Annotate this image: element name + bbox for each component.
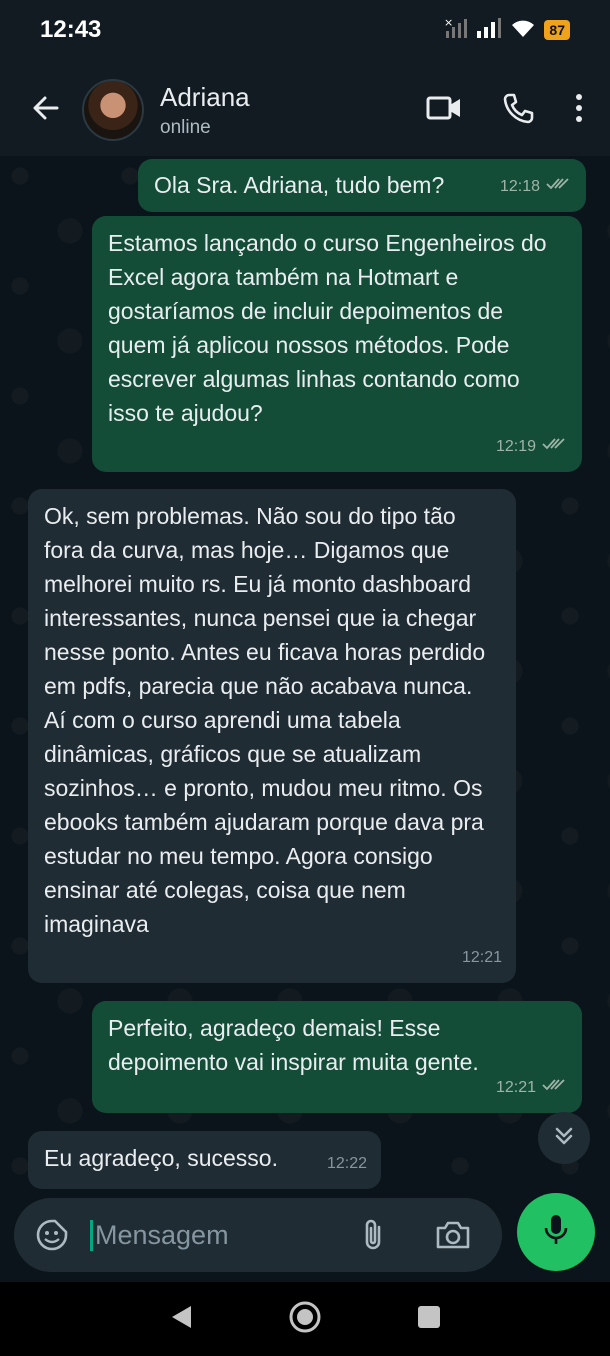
recents-square-icon[interactable] <box>417 1305 441 1334</box>
message-bubble[interactable]: Estamos lançando o curso Engenheiros do … <box>92 216 582 472</box>
message-bubble[interactable]: Perfeito, agradeço demais! Esse depoimen… <box>92 1001 582 1113</box>
home-circle-icon[interactable] <box>288 1300 322 1339</box>
message-text: Estamos lançando o curso Engenheiros do … <box>108 230 547 426</box>
double-check-icon <box>542 1071 568 1105</box>
message-meta: 12:21 <box>496 1071 568 1105</box>
message-meta: 12:18 <box>500 170 572 204</box>
message-bubble[interactable]: Eu agradeço, sucesso. 12:22 <box>28 1131 381 1189</box>
battery-icon: 87 <box>544 20 570 40</box>
message-time: 12:21 <box>495 1079 536 1096</box>
message-time: 12:21 <box>461 949 502 966</box>
mic-button[interactable] <box>517 1193 595 1271</box>
system-nav-bar <box>0 1282 610 1356</box>
status-icons: × 87 <box>444 16 570 44</box>
message-time: 12:19 <box>495 438 536 455</box>
wifi-icon <box>510 17 536 44</box>
chat-header: Adriana online <box>0 60 610 160</box>
message-text: Perfeito, agradeço demais! Esse depoimen… <box>108 1015 479 1075</box>
sticker-icon[interactable] <box>34 1217 70 1253</box>
message-time: 12:18 <box>499 178 540 195</box>
back-button[interactable] <box>16 93 76 128</box>
header-actions <box>426 92 584 129</box>
message-text: Eu agradeço, sucesso. <box>44 1145 278 1171</box>
avatar[interactable] <box>82 79 144 141</box>
signal-icon <box>476 17 502 44</box>
no-signal-icon: × <box>444 16 468 44</box>
message-meta: 12:22 <box>327 1147 367 1181</box>
double-check-icon <box>546 170 572 204</box>
back-arrow-icon <box>31 93 61 128</box>
back-triangle-icon[interactable] <box>169 1304 193 1335</box>
svg-text:×: × <box>444 17 453 29</box>
battery-level: 87 <box>549 22 565 38</box>
more-vert-icon[interactable] <box>574 93 584 128</box>
message-time: 12:22 <box>326 1155 367 1172</box>
message-bubble[interactable]: Ola Sra. Adriana, tudo bem? 12:18 <box>138 159 586 212</box>
video-call-icon[interactable] <box>426 94 462 127</box>
message-composer <box>14 1198 502 1272</box>
message-input[interactable] <box>90 1219 340 1251</box>
message-meta: 12:21 <box>462 941 502 975</box>
message-bubble[interactable]: Ok, sem problemas. Não sou do tipo tão f… <box>28 489 516 983</box>
contact-name: Adriana <box>160 81 250 112</box>
double-check-icon <box>542 430 568 464</box>
status-bar: 12:43 × 87 <box>0 0 610 60</box>
phone-icon[interactable] <box>502 92 534 129</box>
camera-icon[interactable] <box>434 1217 472 1253</box>
paperclip-icon[interactable] <box>356 1217 390 1253</box>
double-chevron-down-icon <box>553 1125 575 1152</box>
contact-info[interactable]: Adriana online <box>160 82 426 139</box>
mic-icon <box>542 1213 570 1252</box>
contact-status: online <box>160 116 211 138</box>
message-text: Ola Sra. Adriana, tudo bem? <box>154 172 445 198</box>
message-text: Ok, sem problemas. Não sou do tipo tão f… <box>44 503 486 937</box>
scroll-down-button[interactable] <box>538 1112 590 1164</box>
message-meta: 12:19 <box>496 430 568 464</box>
status-time: 12:43 <box>40 16 102 43</box>
